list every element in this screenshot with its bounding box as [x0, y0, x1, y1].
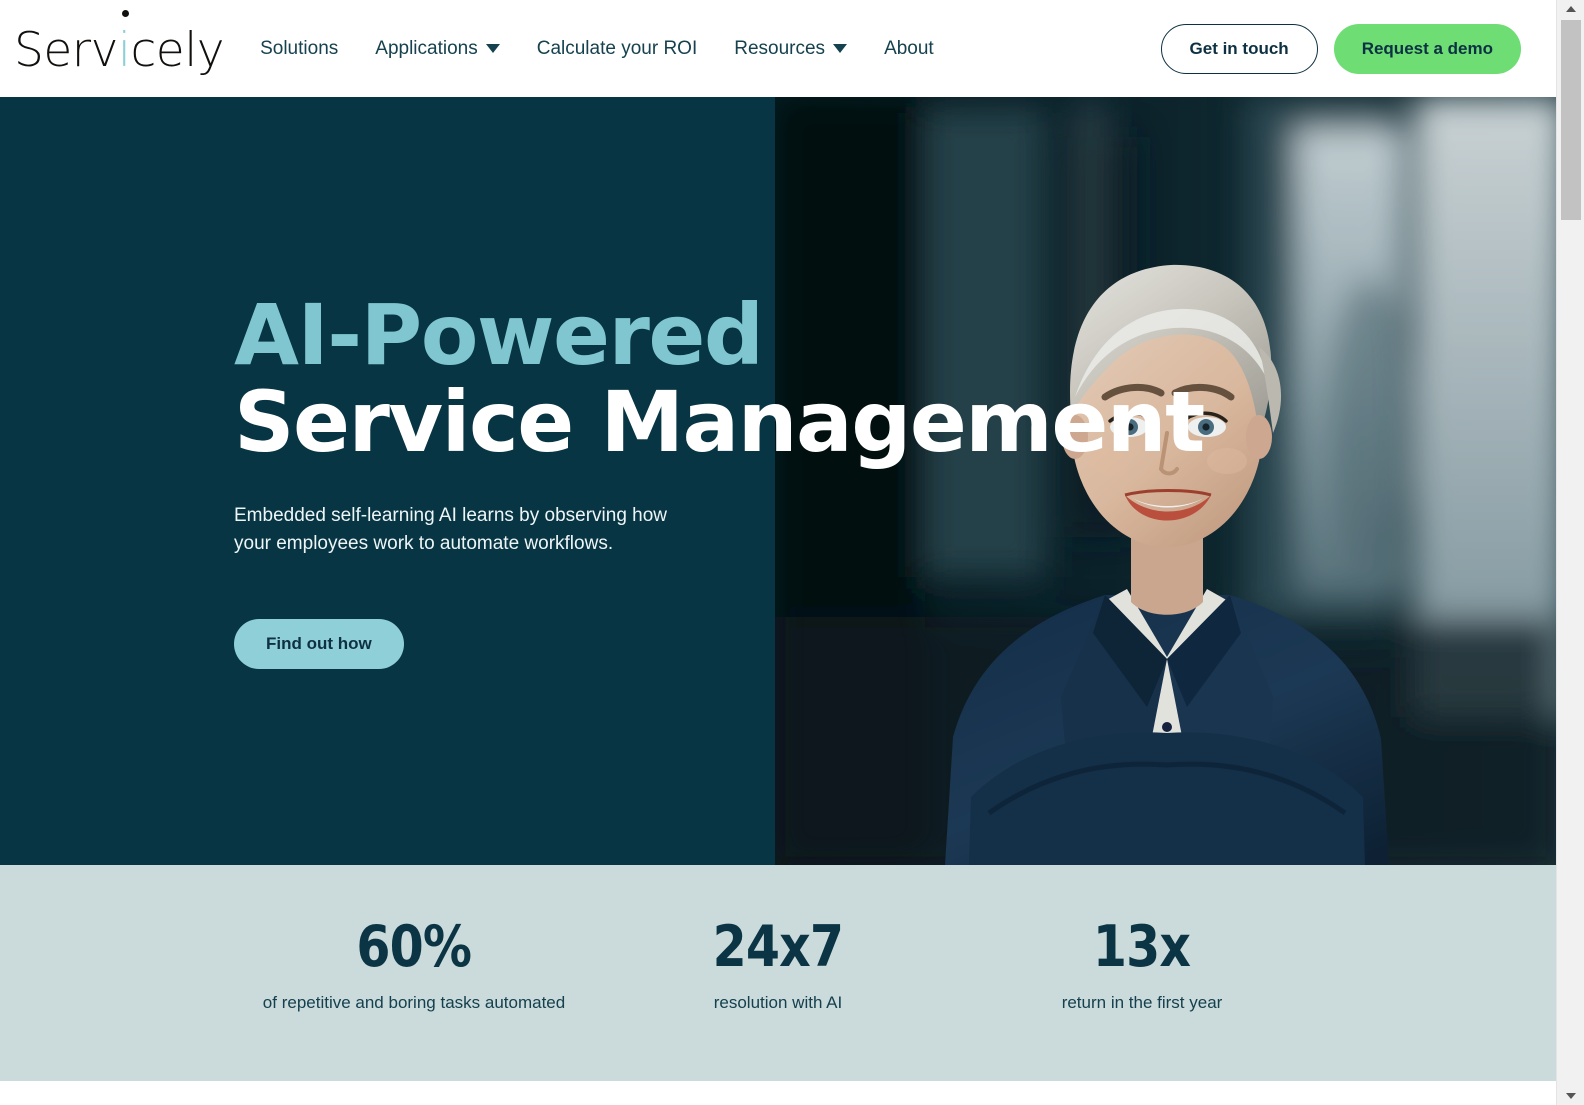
triangle-down-icon — [1566, 1093, 1576, 1099]
triangle-up-icon — [1566, 6, 1576, 12]
logo-accent-letter: i — [117, 23, 131, 78]
nav-label: Resources — [734, 38, 826, 59]
site-logo[interactable]: Servicely — [14, 23, 225, 74]
stat-value: 24x7 — [712, 914, 844, 980]
hero-subtitle: Embedded self-learning AI learns by obse… — [234, 505, 668, 554]
stat-item: 24x7 resolution with AI — [596, 919, 960, 1013]
nav-item-applications[interactable]: Applications — [375, 38, 500, 59]
hero-headline-line1: AI-Powered — [234, 286, 764, 384]
nav-label: Solutions — [260, 38, 339, 59]
site-header: Servicely Solutions Applications Calcula… — [0, 0, 1556, 97]
nav-label: Applications — [375, 38, 478, 59]
vertical-scrollbar[interactable] — [1556, 0, 1584, 1105]
scroll-down-button[interactable] — [1557, 1087, 1584, 1105]
stat-item: 13x return in the first year — [960, 919, 1324, 1013]
page-viewport: Servicely Solutions Applications Calcula… — [0, 0, 1556, 1105]
scrollbar-thumb[interactable] — [1561, 20, 1581, 220]
chevron-down-icon — [485, 44, 500, 53]
main-navigation: Solutions Applications Calculate your RO… — [260, 39, 934, 58]
logo-text-pre: Serv — [14, 23, 118, 78]
nav-item-resources[interactable]: Resources — [734, 38, 848, 59]
nav-item-about[interactable]: About — [884, 39, 934, 58]
nav-item-calculate-your-roi[interactable]: Calculate your ROI — [537, 39, 698, 58]
hero-headline-line2: Service Management — [234, 372, 1205, 471]
find-out-how-button[interactable]: Find out how — [234, 619, 404, 670]
hero-section: AI-Powered Service Management Embedded s… — [0, 97, 1556, 865]
stat-value: 60% — [356, 914, 473, 980]
get-in-touch-button[interactable]: Get in touch — [1160, 23, 1318, 74]
stat-label: resolution with AI — [713, 993, 843, 1012]
nav-label: Calculate your ROI — [536, 38, 698, 59]
header-actions: Get in touch Request a demo — [1160, 23, 1556, 74]
stat-label: of repetitive and boring tasks automated — [262, 993, 566, 1012]
nav-item-solutions[interactable]: Solutions — [260, 39, 338, 58]
stat-value: 13x — [1093, 914, 1191, 980]
stats-band: 60% of repetitive and boring tasks autom… — [0, 865, 1556, 1081]
scroll-up-button[interactable] — [1557, 0, 1584, 18]
chevron-down-icon — [833, 44, 848, 53]
stat-label: return in the first year — [1061, 993, 1223, 1012]
logo-text-post: cely — [130, 23, 225, 78]
request-a-demo-button[interactable]: Request a demo — [1333, 23, 1521, 74]
nav-label: About — [884, 38, 934, 59]
hero-copy: AI-Powered Service Management Embedded s… — [234, 286, 1205, 670]
stats-list: 60% of repetitive and boring tasks autom… — [0, 919, 1556, 1027]
stat-item: 60% of repetitive and boring tasks autom… — [232, 919, 596, 1013]
